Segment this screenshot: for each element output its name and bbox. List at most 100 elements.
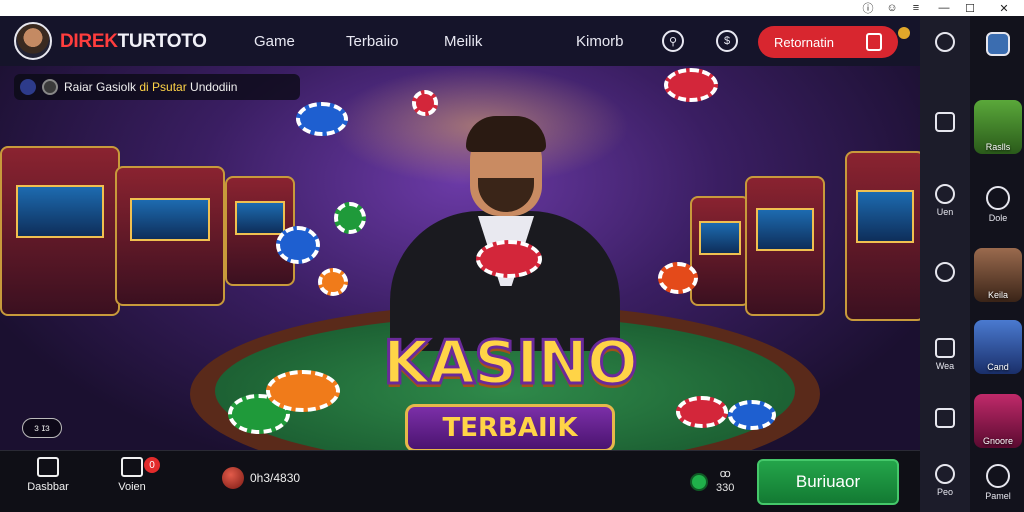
app-tile-label: Cand	[987, 362, 1009, 372]
bag-icon	[866, 33, 882, 51]
settings-icon	[935, 464, 955, 484]
chip-icon	[476, 240, 542, 278]
marquee-suffix: Undodiin	[186, 80, 238, 94]
brand-part2: TURTOTO	[117, 31, 207, 52]
chip-icon	[266, 370, 340, 412]
mail-label: Voien	[118, 481, 146, 493]
app-tile-label: Keila	[987, 290, 1008, 300]
player-count-value: 330	[716, 482, 735, 494]
app-tile[interactable]: Keila	[974, 248, 1022, 302]
window-tool[interactable]	[930, 408, 960, 431]
marquee-text: Raiar Gasiolk di Psutar Undodiin	[64, 80, 237, 94]
player-count: ꝏ 330	[716, 467, 734, 495]
info-icon[interactable]: ⓘ	[858, 0, 878, 16]
mail-icon	[121, 457, 143, 477]
copy-tool[interactable]: Wea	[930, 338, 960, 371]
hero-banner[interactable]: KASINO TERBAIIK Raiar Gasiolk di Psutar …	[0, 66, 920, 450]
coin-icon[interactable]: $	[716, 30, 738, 52]
notification-dot	[898, 27, 910, 39]
close-button[interactable]: ✕	[994, 0, 1014, 16]
app-tile-label: Raslls	[985, 142, 1011, 152]
dealer-hair	[466, 116, 546, 152]
chat-icon	[935, 262, 955, 282]
chip-icon	[334, 202, 366, 234]
pen-icon	[935, 32, 955, 52]
maximize-button[interactable]: ☐	[960, 0, 980, 16]
announcement-marquee[interactable]: Raiar Gasiolk di Psutar Undodiin	[14, 74, 300, 100]
smile-icon	[986, 186, 1010, 210]
app-rail: Raslls Dole Keila Cand Gnoore Pamel	[970, 16, 1024, 512]
logo-avatar[interactable]	[14, 22, 52, 60]
app-content: DIREKTURTOTO Game Terbaiio Meilik Kimorb…	[0, 16, 920, 512]
chip-icon	[676, 396, 728, 428]
location-tool[interactable]: Uen	[930, 184, 960, 217]
hero-subtitle: TERBAIIK	[405, 404, 615, 450]
window-icon	[935, 408, 955, 428]
chat-tool[interactable]	[930, 262, 960, 285]
bottom-bar: Dasbbar Voien 0 0h3/4830 ꝏ 330 Buriuaor	[0, 450, 920, 512]
login-button[interactable]: Retornatin	[758, 26, 898, 58]
app-label: Dole	[988, 213, 1008, 223]
tool-label: Peo	[936, 487, 953, 497]
minimize-button[interactable]: —	[934, 0, 954, 16]
feedback-icon[interactable]: ☺	[882, 0, 902, 16]
status-indicator-icon	[690, 473, 708, 491]
app-label: Pamel	[985, 491, 1011, 501]
search-icon	[986, 464, 1010, 488]
chip-icon	[412, 90, 438, 116]
app-home[interactable]	[974, 32, 1022, 59]
balance-icon	[222, 467, 244, 489]
app-tile[interactable]: Raslls	[974, 100, 1022, 154]
marquee-highlight: di Psutar	[139, 80, 187, 94]
tool-rail: Uen Wea Peo	[920, 16, 970, 512]
slot-machine-left2	[115, 166, 225, 306]
nav-kimorb[interactable]: Kimorb	[576, 33, 624, 50]
balance-display[interactable]: 0h3/4830	[222, 467, 300, 489]
marquee-prefix: Raiar Gasiolk	[64, 80, 140, 94]
nav-meilik[interactable]: Meilik	[444, 33, 482, 50]
home-label: Dasbbar	[27, 481, 69, 493]
window-title-bar: ⓘ ☺ ≡ — ☐ ✕	[0, 0, 1024, 16]
app-search[interactable]: Pamel	[974, 464, 1022, 501]
pen-tool[interactable]	[930, 32, 960, 55]
home-nav[interactable]: Dasbbar	[20, 457, 76, 493]
menu-icon[interactable]: ≡	[906, 0, 926, 16]
chip-icon	[276, 226, 320, 264]
nav-terbaiio[interactable]: Terbaiio	[346, 33, 399, 50]
settings-tool[interactable]: Peo	[930, 464, 960, 497]
app-tile-label: Gnoore	[982, 436, 1014, 446]
slot-machine-right2	[745, 176, 825, 316]
mail-badge: 0	[144, 457, 160, 473]
copy-icon	[935, 338, 955, 358]
home-icon	[37, 457, 59, 477]
player-count-icon: ꝏ	[719, 468, 731, 480]
user-search-icon[interactable]: ⚲	[662, 30, 684, 52]
chip-icon	[658, 262, 698, 294]
info-icon	[42, 79, 58, 95]
top-header: DIREKTURTOTO Game Terbaiio Meilik Kimorb…	[0, 16, 920, 66]
chip-icon	[728, 400, 776, 430]
app-smile[interactable]: Dole	[974, 186, 1022, 223]
chip-icon	[296, 102, 348, 136]
nav-game[interactable]: Game	[254, 33, 295, 50]
primary-action-button[interactable]: Buriuaor	[757, 459, 899, 505]
square-icon	[935, 112, 955, 132]
tool-label: Uen	[936, 207, 954, 217]
slot-machine-right	[845, 151, 920, 321]
brand-part1: DIREK	[60, 31, 118, 52]
speaker-icon	[20, 79, 36, 95]
login-label: Retornatin	[774, 34, 834, 50]
app-tile[interactable]: Gnoore	[974, 394, 1022, 448]
balance-value: 0h3/4830	[250, 471, 301, 485]
slot-machine-left	[0, 146, 120, 316]
square-tool[interactable]	[930, 112, 960, 135]
tool-label: Wea	[935, 361, 955, 371]
hero-title: KASINO	[382, 327, 640, 400]
carousel-pill[interactable]: ɜ ɪɜ	[22, 418, 62, 438]
app-tile[interactable]: Cand	[974, 320, 1022, 374]
brand-logo[interactable]: DIREKTURTOTO	[60, 31, 207, 53]
slot-machine-right3	[690, 196, 750, 306]
home-cube-icon	[986, 32, 1010, 56]
chip-icon	[664, 68, 718, 102]
location-icon	[935, 184, 955, 204]
